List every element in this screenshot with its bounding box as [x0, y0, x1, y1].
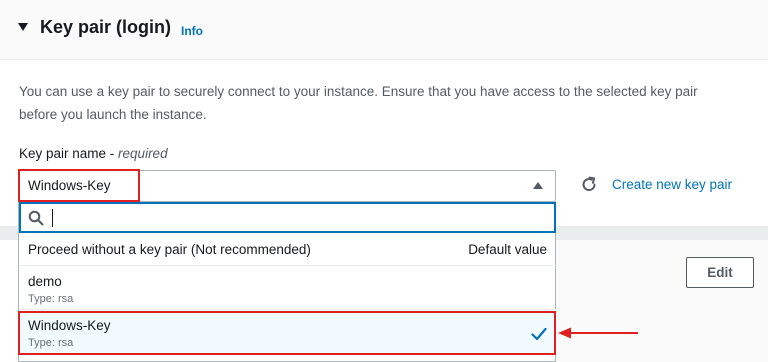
option-type: Type: rsa — [28, 293, 74, 305]
section-description: You can use a key pair to securely conne… — [19, 84, 698, 122]
info-link[interactable]: Info — [181, 24, 203, 38]
option-name: demo — [28, 274, 62, 289]
create-new-key-pair-link[interactable]: Create new key pair — [612, 177, 732, 192]
option-proceed-without-key-pair[interactable]: Proceed without a key pair (Not recommen… — [19, 235, 556, 266]
highlight-box-selected-value — [18, 169, 140, 202]
default-value-tag: Default value — [468, 242, 547, 257]
caret-up-icon — [533, 182, 543, 189]
option-label: Proceed without a key pair (Not recommen… — [28, 242, 311, 257]
highlight-box-selected-option — [18, 311, 556, 355]
edit-button[interactable]: Edit — [686, 257, 754, 288]
checkmark-icon — [531, 327, 547, 341]
search-icon — [28, 210, 44, 226]
text-cursor — [52, 209, 53, 227]
field-label: Key pair name - required — [19, 146, 168, 161]
annotation-arrow-icon — [558, 327, 638, 339]
option-demo[interactable]: demo Type: rsa — [19, 266, 556, 310]
section-header: Key pair (login) Info — [0, 0, 768, 60]
expand-caret-icon[interactable] — [18, 23, 28, 31]
refresh-icon[interactable] — [579, 175, 599, 195]
field-label-text: Key pair name - — [19, 146, 119, 161]
dropdown-search-input[interactable] — [19, 202, 556, 233]
required-indicator: required — [118, 146, 168, 161]
section-title: Key pair (login) — [40, 17, 172, 37]
